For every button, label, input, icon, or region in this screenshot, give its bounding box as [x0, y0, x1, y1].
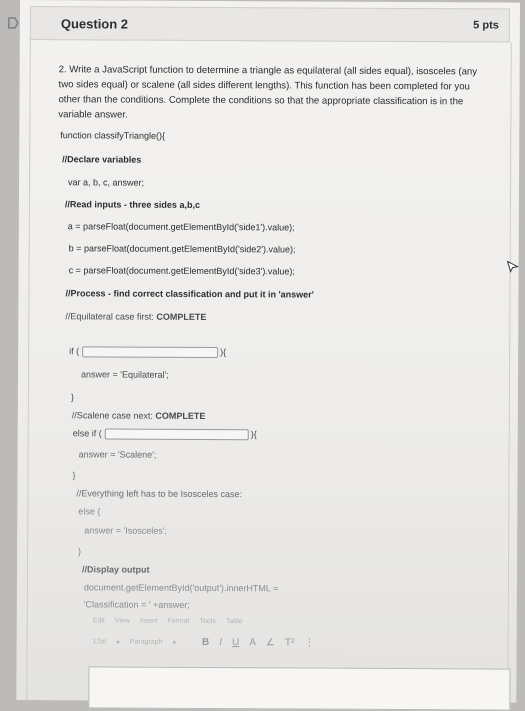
more-options-button[interactable]: ⋮	[304, 637, 314, 648]
code-line-c: c = parseFloat(document.getElementById('…	[68, 265, 295, 277]
code-brace-3: }	[78, 546, 82, 557]
question-body: 2. Write a JavaScript function to determ…	[26, 40, 512, 703]
code-brace-1: }	[70, 392, 74, 403]
code-line-classification: 'Classification = ' +answer;	[83, 599, 190, 610]
paragraph-select[interactable]: Paragraph	[130, 639, 163, 646]
else-if-close: ){	[250, 429, 257, 440]
code-comment-declare: //Declare variables	[62, 154, 142, 165]
menu-format[interactable]: Format	[167, 618, 189, 625]
code-comment-equilateral: //Equilateral case first: COMPLETE	[65, 311, 206, 322]
mouse-pointer-icon	[506, 260, 520, 273]
underline-button[interactable]: U	[232, 637, 239, 648]
else-if-keyword: else if (	[72, 428, 102, 439]
code-line-var: var a, b, c, answer;	[68, 177, 145, 188]
quiz-page: Question 2 5 pts 2. Write a JavaScript f…	[8, 0, 520, 711]
scalene-condition-input[interactable]	[104, 428, 249, 441]
superscript-button[interactable]: T²	[285, 637, 295, 648]
code-line-isosceles: answer = 'Isosceles';	[84, 525, 167, 536]
question-points: 5 pts	[473, 19, 499, 32]
highlight-button[interactable]: ∠	[266, 637, 275, 648]
chevron-down-icon: ▾	[116, 639, 120, 647]
code-comment-display: //Display output	[81, 564, 150, 575]
code-line-if: if ( ){	[69, 346, 227, 359]
menu-tools[interactable]: Tools	[200, 618, 216, 625]
menu-table[interactable]: Table	[226, 618, 243, 625]
code-line-else-if: else if ( ){	[72, 428, 257, 441]
if-close: ){	[220, 347, 227, 358]
editor-toolbar: 12pt ▾ Paragraph ▾ B I U A ∠ T² ⋮	[93, 636, 315, 649]
equilateral-condition-input[interactable]	[81, 346, 218, 359]
flag-icon[interactable]	[7, 17, 19, 29]
code-line-function: function classifyTriangle(){	[60, 130, 166, 141]
code-brace-2: }	[72, 470, 76, 481]
code-line-output: document.getElementById('output').innerH…	[83, 582, 279, 594]
complete-label: COMPLETE	[156, 311, 207, 322]
menu-view[interactable]: View	[115, 618, 130, 625]
editor-menubar: Edit View Insert Format Tools Table	[93, 617, 243, 625]
complete-label: COMPLETE	[155, 410, 206, 421]
if-keyword: if (	[69, 346, 80, 357]
menu-edit[interactable]: Edit	[93, 617, 105, 624]
question-header: Question 2 5 pts	[8, 6, 510, 43]
font-size-select[interactable]: 12pt	[93, 638, 107, 645]
code-comment-read: //Read inputs - three sides a,b,c	[64, 199, 201, 210]
comment-text: //Scalene case next:	[71, 410, 156, 421]
answer-editor[interactable]	[88, 666, 511, 711]
code-comment-process: //Process - find correct classification …	[65, 288, 314, 300]
code-line-b: b = parseFloat(document.getElementById('…	[68, 243, 296, 255]
code-comment-isosceles: //Everything left has to be Isosceles ca…	[76, 488, 243, 500]
code-line-a: a = parseFloat(document.getElementById('…	[67, 221, 295, 233]
menu-insert[interactable]: Insert	[140, 618, 158, 625]
code-comment-scalene: //Scalene case next: COMPLETE	[72, 410, 206, 421]
question-title: Question 2	[60, 15, 129, 32]
code-line-else: else {	[78, 506, 101, 517]
code-line-equilateral: answer = 'Equilateral';	[81, 369, 169, 380]
code-line-scalene: answer = 'Scalene';	[78, 449, 157, 460]
text-color-button[interactable]: A	[249, 637, 256, 648]
chevron-down-icon: ▾	[172, 639, 177, 647]
question-text: 2. Write a JavaScript function to determ…	[58, 64, 478, 121]
comment-text: //Equilateral case first:	[65, 311, 157, 322]
bold-button[interactable]: B	[202, 637, 209, 648]
italic-button[interactable]: I	[219, 637, 222, 648]
